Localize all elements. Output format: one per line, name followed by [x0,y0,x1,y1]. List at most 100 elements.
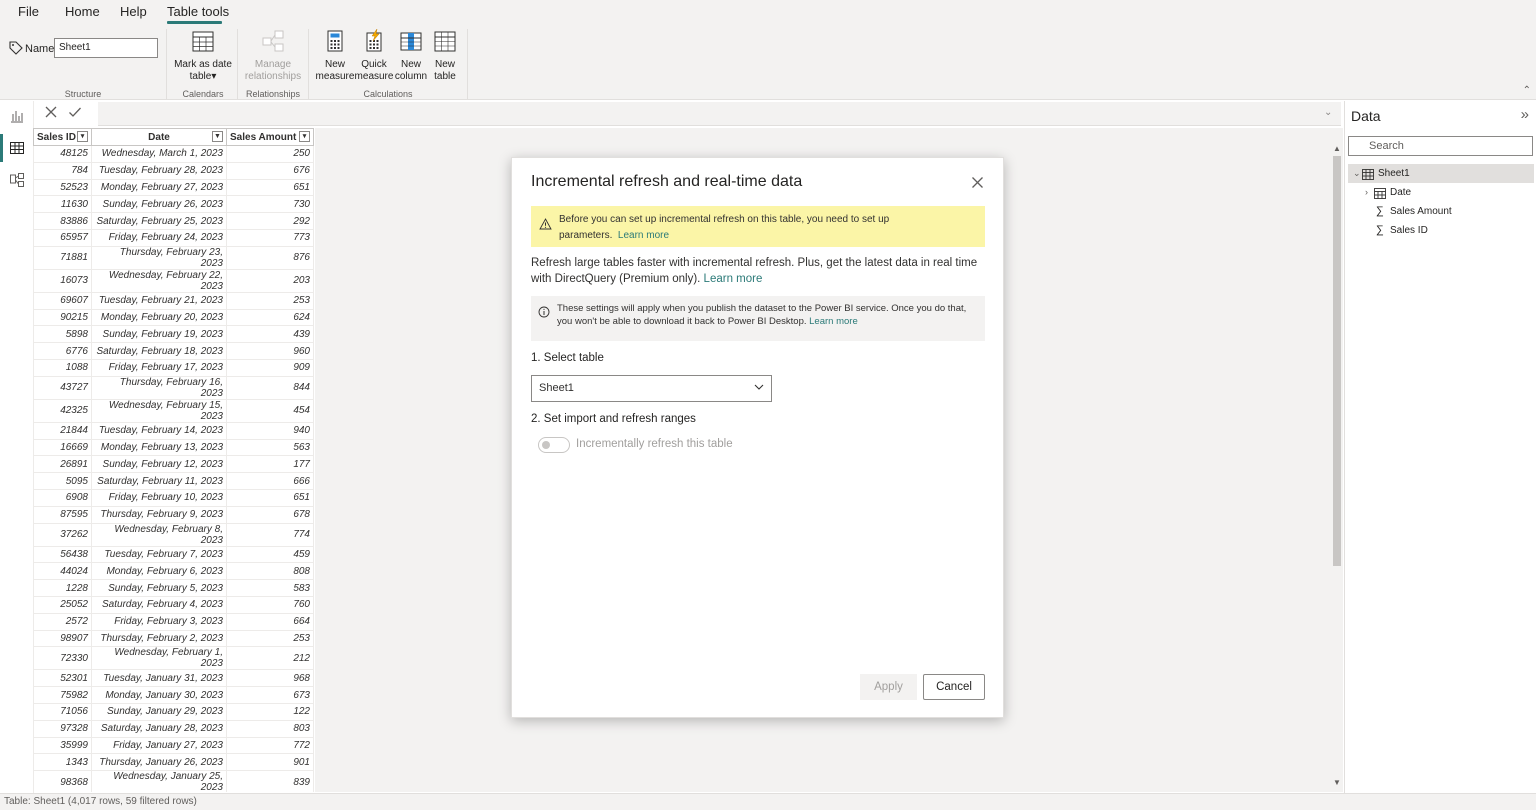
cell-sales-id[interactable]: 71056 [33,703,92,721]
table-row[interactable]: 16073 Wednesday, February 22, 2023 203 [33,269,314,293]
cell-date[interactable]: Saturday, February 18, 2023 [91,342,227,360]
cell-date[interactable]: Wednesday, February 8, 2023 [91,523,227,547]
tree-item-sales-id[interactable]: ∑ Sales ID [1348,221,1534,240]
learn-more-link[interactable]: Learn more [809,316,858,327]
scroll-up-icon[interactable]: ▲ [1333,144,1341,153]
table-row[interactable]: 42325 Wednesday, February 15, 2023 454 [33,399,314,423]
cell-sales-id[interactable]: 71881 [33,246,92,270]
cell-sales-amount[interactable]: 563 [226,439,314,457]
table-row[interactable]: 43727 Thursday, February 16, 2023 844 [33,376,314,400]
dropdown-arrow-icon[interactable]: ▾ [77,131,88,142]
scrollbar-thumb[interactable] [1333,156,1341,566]
scroll-down-icon[interactable]: ▼ [1333,778,1341,787]
cell-sales-id[interactable]: 72330 [33,646,92,671]
cell-sales-amount[interactable]: 673 [226,686,314,704]
cell-date[interactable]: Wednesday, February 15, 2023 [91,399,227,423]
cell-sales-amount[interactable]: 664 [226,613,314,631]
collapse-ribbon-icon[interactable]: ⌃ [1523,85,1531,96]
incremental-refresh-toggle[interactable] [538,437,570,453]
column-header-date[interactable]: Date ▼ [91,128,227,146]
menu-table-tools[interactable]: Table tools [167,4,229,19]
cell-date[interactable]: Monday, January 30, 2023 [91,686,227,704]
cell-date[interactable]: Friday, February 10, 2023 [91,489,227,507]
new-measure-button[interactable]: New measure [314,29,356,83]
tree-item-sales-amount[interactable]: ∑ Sales Amount [1348,202,1534,221]
cell-sales-amount[interactable]: 177 [226,455,314,474]
cell-date[interactable]: Wednesday, February 1, 2023 [91,646,227,671]
learn-more-link[interactable]: Learn more [704,273,763,285]
table-row[interactable]: 65957 Friday, February 24, 2023 773 [33,229,314,247]
cell-date[interactable]: Tuesday, February 28, 2023 [91,162,227,180]
column-header-sales-amount[interactable]: Sales Amount ▾ [226,128,314,146]
table-row[interactable]: 2572 Friday, February 3, 2023 664 [33,613,314,631]
cell-sales-id[interactable]: 65957 [33,229,92,247]
cell-sales-amount[interactable]: 940 [226,422,314,440]
cell-date[interactable]: Tuesday, February 7, 2023 [91,546,227,564]
cell-sales-id[interactable]: 6776 [33,342,92,360]
cell-date[interactable]: Thursday, February 9, 2023 [91,506,227,524]
cell-sales-amount[interactable]: 772 [226,737,314,755]
checkmark-icon[interactable] [68,105,82,122]
cell-sales-id[interactable]: 87595 [33,506,92,524]
cell-sales-amount[interactable]: 454 [226,399,314,423]
cell-date[interactable]: Saturday, February 11, 2023 [91,472,227,490]
cell-sales-amount[interactable]: 253 [226,630,314,648]
cell-sales-amount[interactable]: 583 [226,579,314,597]
model-view-icon[interactable] [9,172,25,191]
cell-date[interactable]: Sunday, January 29, 2023 [91,703,227,721]
table-row[interactable]: 5898 Sunday, February 19, 2023 439 [33,325,314,344]
dropdown-arrow-icon[interactable]: ▾ [299,131,310,142]
table-row[interactable]: 37262 Wednesday, February 8, 2023 774 [33,523,314,547]
close-icon[interactable] [44,105,58,122]
cell-sales-amount[interactable]: 678 [226,506,314,524]
cell-sales-amount[interactable]: 203 [226,269,314,293]
cell-sales-id[interactable]: 1228 [33,579,92,597]
learn-more-link[interactable]: Learn more [618,230,669,241]
table-row[interactable]: 83886 Saturday, February 25, 2023 292 [33,212,314,230]
cell-date[interactable]: Wednesday, March 1, 2023 [91,145,227,163]
table-row[interactable]: 21844 Tuesday, February 14, 2023 940 [33,422,314,440]
cell-sales-id[interactable]: 52523 [33,179,92,197]
cell-sales-id[interactable]: 5095 [33,472,92,490]
table-row[interactable]: 97328 Saturday, January 28, 2023 803 [33,720,314,738]
cell-date[interactable]: Sunday, February 5, 2023 [91,579,227,597]
cell-date[interactable]: Tuesday, January 31, 2023 [91,669,227,688]
manage-relationships-button[interactable]: Manage relationships [243,29,303,83]
table-row[interactable]: 6908 Friday, February 10, 2023 651 [33,489,314,507]
cell-sales-id[interactable]: 2572 [33,613,92,631]
filter-icon[interactable]: ▼ [212,131,223,142]
cell-date[interactable]: Wednesday, January 25, 2023 [91,770,227,792]
cell-sales-amount[interactable]: 250 [226,145,314,163]
cell-date[interactable]: Monday, February 27, 2023 [91,179,227,197]
cell-sales-amount[interactable]: 774 [226,523,314,547]
search-input[interactable]: Search [1348,136,1533,156]
new-table-button[interactable]: New table [428,29,462,83]
cell-sales-amount[interactable]: 122 [226,703,314,721]
menu-help[interactable]: Help [120,4,147,19]
quick-measure-button[interactable]: Quick measure [354,28,394,83]
cell-sales-id[interactable]: 42325 [33,399,92,423]
table-select[interactable]: Sheet1 [531,375,772,402]
cell-sales-amount[interactable]: 773 [226,229,314,247]
cell-sales-amount[interactable]: 651 [226,489,314,507]
cell-sales-amount[interactable]: 292 [226,212,314,230]
cell-sales-amount[interactable]: 439 [226,325,314,344]
table-row[interactable]: 56438 Tuesday, February 7, 2023 459 [33,546,314,564]
cell-date[interactable]: Friday, February 3, 2023 [91,613,227,631]
cell-sales-id[interactable]: 784 [33,162,92,180]
cell-sales-id[interactable]: 83886 [33,212,92,230]
cell-sales-amount[interactable]: 839 [226,770,314,792]
cell-sales-amount[interactable]: 760 [226,596,314,614]
table-row[interactable]: 26891 Sunday, February 12, 2023 177 [33,455,314,474]
table-row[interactable]: 1343 Thursday, January 26, 2023 901 [33,753,314,772]
cell-sales-id[interactable]: 25052 [33,596,92,614]
cell-sales-amount[interactable]: 808 [226,562,314,581]
cell-date[interactable]: Sunday, February 19, 2023 [91,325,227,344]
cell-date[interactable]: Thursday, February 16, 2023 [91,376,227,400]
cell-date[interactable]: Thursday, February 2, 2023 [91,630,227,648]
cell-sales-id[interactable]: 75982 [33,686,92,704]
tree-item-date[interactable]: › Date [1348,183,1534,202]
cell-sales-amount[interactable]: 624 [226,309,314,327]
cell-sales-id[interactable]: 21844 [33,422,92,440]
table-row[interactable]: 71881 Thursday, February 23, 2023 876 [33,246,314,270]
